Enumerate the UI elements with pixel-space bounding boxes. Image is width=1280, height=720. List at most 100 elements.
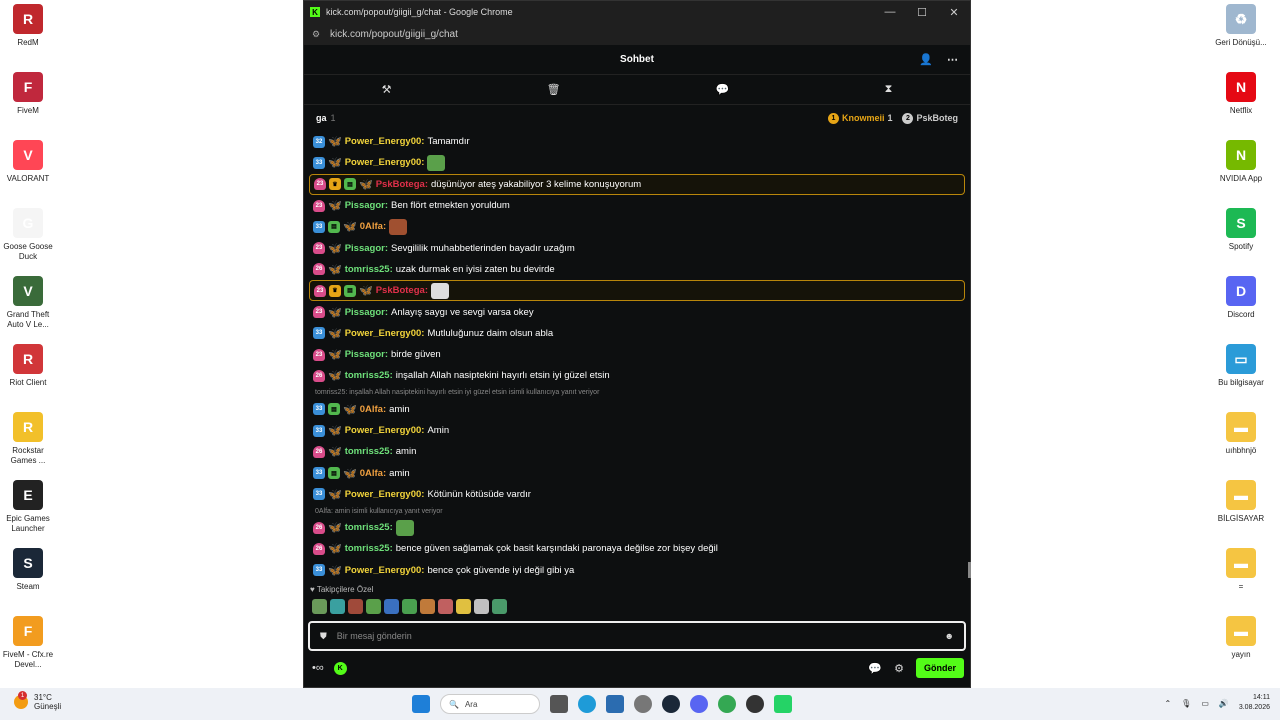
desktop-icon[interactable]: ▭ Bu bilgisayar (1215, 344, 1267, 388)
chat-username[interactable]: Pissagor (345, 349, 385, 360)
desktop-icon[interactable]: S Spotify (1215, 208, 1267, 252)
minimize-icon[interactable]: — (874, 6, 906, 19)
weather-badge: 1 (18, 691, 27, 700)
chat-username[interactable]: tomriss25 (345, 370, 390, 381)
chrome-taskbar-icon[interactable] (718, 695, 736, 713)
more-options-icon[interactable]: ⋯ (947, 53, 958, 66)
desktop-icon[interactable]: G Goose Goose Duck (2, 208, 54, 262)
chat-username[interactable]: tomriss25 (345, 543, 390, 554)
chat-username[interactable]: Power_Energy00 (345, 489, 422, 500)
top-gifter-2[interactable]: 2 PskBoteg (902, 112, 958, 124)
trash-icon[interactable]: 🗑 (547, 83, 561, 96)
chat-username[interactable]: Power_Energy00 (345, 328, 422, 339)
taskbar-search[interactable]: 🔍 Ara (440, 694, 540, 714)
windows-start-icon[interactable] (412, 695, 430, 713)
desktop-icon[interactable]: V Grand Theft Auto V Le... (2, 276, 54, 330)
chat-message: 33 ▤ 🦋 0Alfa: amin (309, 399, 965, 420)
volume-icon[interactable]: 🔊 (1219, 699, 1229, 708)
app-taskbar-icon[interactable] (746, 695, 764, 713)
chat-username[interactable]: Power_Energy00 (345, 157, 422, 168)
settings-gear-icon[interactable]: ⚙ (894, 662, 904, 675)
desktop-icon[interactable]: R Riot Client (2, 344, 54, 388)
network-icon[interactable]: ▭ (1201, 699, 1209, 708)
store-icon[interactable] (606, 695, 624, 713)
butterfly-badge-icon: 🦋 (343, 221, 357, 234)
quick-emote[interactable] (492, 599, 507, 614)
chat-username[interactable]: PskBotega (376, 179, 425, 190)
quick-emote[interactable] (438, 599, 453, 614)
chat-username[interactable]: Pissagor (345, 200, 385, 211)
site-info-icon[interactable]: ⚙ (312, 29, 322, 40)
quick-emote[interactable] (456, 599, 471, 614)
message-placeholder[interactable]: Bir mesaj gönderin (337, 631, 412, 641)
user-settings-icon[interactable]: 👤 (919, 53, 933, 66)
whatsapp-taskbar-icon[interactable] (774, 695, 792, 713)
chat-scrollbar[interactable] (968, 562, 971, 578)
chat-username[interactable]: Power_Energy00 (345, 565, 422, 576)
url-text[interactable]: kick.com/popout/giigii_g/chat (330, 29, 458, 40)
clock[interactable]: 14:11 3.08.2026 (1239, 693, 1270, 713)
quick-emote[interactable] (366, 599, 381, 614)
address-bar[interactable]: ⚙ kick.com/popout/giigii_g/chat (304, 23, 970, 45)
subscriber-badge-icon: 33 (313, 327, 325, 340)
chat-username[interactable]: 0Alfa (360, 221, 383, 232)
subscriber-badge-icon: 23 (313, 348, 325, 361)
discord-taskbar-icon[interactable] (690, 695, 708, 713)
desktop-icon[interactable]: E Epic Games Launcher (2, 480, 54, 534)
desktop-icon[interactable]: R Rockstar Games ... (2, 412, 54, 466)
desktop-icon[interactable]: F FiveM - Cfx.re Devel... (2, 616, 54, 670)
quick-emote[interactable] (402, 599, 417, 614)
desktop-icon[interactable]: ♻ Geri Dönüşü... (1215, 4, 1267, 48)
quick-emote[interactable] (312, 599, 327, 614)
desktop-icon[interactable]: R RedM (2, 4, 54, 48)
widgets-icon[interactable] (550, 695, 568, 713)
quick-emote[interactable] (420, 599, 435, 614)
hourglass-icon[interactable]: ⧗ (885, 83, 893, 96)
chat-username[interactable]: tomriss25 (345, 522, 390, 533)
desktop-icon[interactable]: N Netflix (1215, 72, 1267, 116)
username-colon: : (421, 157, 425, 169)
message-input[interactable]: ⛊ Bir mesaj gönderin ☻ (308, 621, 966, 651)
desktop-icon[interactable]: ▬ uıhbhnjö (1215, 412, 1267, 456)
desktop-icon[interactable]: ▬ yayın (1215, 616, 1267, 660)
pinned-user[interactable]: ga (316, 113, 327, 123)
desktop-icon-label: Steam (16, 582, 40, 591)
ban-hammer-icon[interactable]: ⚒ (382, 83, 392, 96)
desktop-icon[interactable]: ▬ = (1215, 548, 1267, 592)
chat-bubble-icon[interactable]: 💬 (716, 83, 730, 96)
chat-username[interactable]: Pissagor (345, 307, 385, 318)
chat-username[interactable]: Power_Energy00 (345, 136, 422, 147)
edge-icon[interactable] (578, 695, 596, 713)
desktop-icon[interactable]: S Steam (2, 548, 54, 592)
weather-widget[interactable]: 1 31°C Güneşli (14, 691, 61, 711)
quick-emote[interactable] (474, 599, 489, 614)
chat-username[interactable]: PskBotega (376, 285, 425, 296)
quick-emote[interactable] (330, 599, 345, 614)
chat-username[interactable]: 0Alfa (360, 468, 383, 479)
points-icon[interactable]: •∞ (312, 662, 324, 674)
desktop-icon[interactable]: ▬ BİLGİSAYAR (1215, 480, 1267, 524)
chat-username[interactable]: tomriss25 (345, 264, 390, 275)
top-gifter-1[interactable]: 1 Knowmeii 1 (827, 112, 892, 124)
chevron-up-icon[interactable]: ⌃ (1164, 699, 1171, 708)
desktop-icon[interactable]: F FiveM (2, 72, 54, 116)
desktop-icon[interactable]: D Discord (1215, 276, 1267, 320)
quick-emote[interactable] (348, 599, 363, 614)
close-icon[interactable]: ✕ (938, 6, 970, 19)
kick-logo-icon[interactable]: K (333, 661, 347, 675)
desktop-app-icon: R (13, 412, 43, 442)
maximize-icon[interactable]: ☐ (906, 6, 938, 19)
chat-username[interactable]: Pissagor (345, 243, 385, 254)
emoji-icon[interactable]: ☻ (945, 631, 954, 641)
chat-username[interactable]: 0Alfa (360, 404, 383, 415)
steam-taskbar-icon[interactable] (662, 695, 680, 713)
chat-username[interactable]: tomriss25 (345, 446, 390, 457)
settings-app-icon[interactable] (634, 695, 652, 713)
desktop-icon[interactable]: V VALORANT (2, 140, 54, 184)
microphone-icon[interactable]: 🎙 (1181, 699, 1191, 708)
quick-emote[interactable] (384, 599, 399, 614)
chat-username[interactable]: Power_Energy00 (345, 425, 422, 436)
send-button[interactable]: Gönder (915, 658, 964, 678)
chat-bubble-small-icon[interactable]: 💬 (868, 662, 882, 675)
desktop-icon[interactable]: N NVIDIA App (1215, 140, 1267, 184)
